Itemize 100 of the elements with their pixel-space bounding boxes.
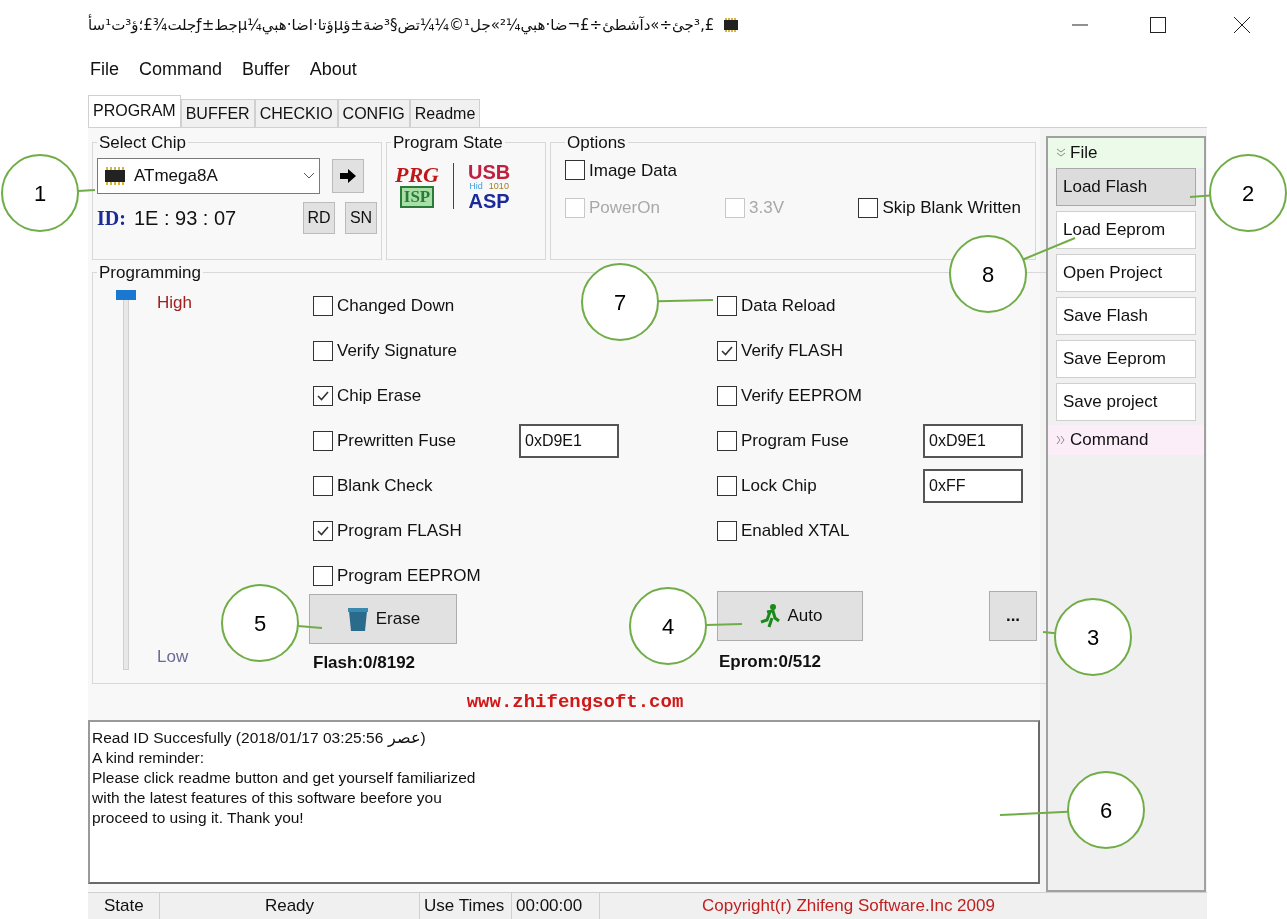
auto-button[interactable]: Auto (717, 590, 863, 641)
slider-thumb[interactable] (116, 289, 136, 300)
tab[interactable]: CHECKIO (254, 99, 338, 127)
action-button[interactable]: RD (303, 201, 335, 234)
id-label: ID: (97, 205, 126, 231)
flash-count: Flash:0/8192 (313, 651, 417, 674)
checkbox-label: Program FLASH (337, 520, 462, 543)
prg-logo: PRG (395, 164, 439, 186)
sidebar-button[interactable]: Open Project (1056, 254, 1196, 292)
chip-id: 1E : 93 : 07 (133, 205, 237, 231)
checkmark-icon (316, 524, 330, 538)
leader-line (1042, 631, 1057, 635)
leader-line (999, 810, 1070, 816)
status-label: State (88, 893, 160, 919)
checkbox[interactable] (717, 476, 737, 496)
checkbox[interactable] (313, 521, 333, 541)
group-title: Options (566, 132, 627, 154)
log-line: A kind reminder: (92, 748, 204, 768)
checkbox[interactable] (717, 521, 737, 541)
checkbox-label: Image Data (589, 159, 677, 182)
more-button[interactable]: ... (989, 590, 1037, 641)
fuse-field[interactable]: 0xD9E1 (519, 424, 619, 458)
checkbox-label: Lock Chip (741, 475, 817, 498)
checkbox[interactable] (858, 197, 879, 218)
checkbox-label: 3.3V (749, 197, 784, 219)
checkbox-label: Program Fuse (741, 430, 849, 453)
chip-icon (102, 165, 128, 186)
chevron-down-icon (303, 171, 315, 180)
leader-line (657, 299, 714, 303)
close-icon (1234, 17, 1250, 33)
menu-item[interactable]: About (309, 55, 357, 83)
status-value: Ready (160, 893, 420, 919)
callout-bubble: 3 (1054, 598, 1132, 676)
sidebar-button[interactable]: Load Eeprom (1056, 211, 1196, 249)
log-line: with the latest features of this software beefore you (92, 788, 442, 808)
log-line: Read ID Succesfully (2018/01/17 03:25:56 عصر) (92, 728, 426, 748)
callout-bubble: 6 (1067, 771, 1145, 849)
leader-line (1022, 237, 1076, 261)
checkbox[interactable] (717, 431, 737, 451)
double-chevron-down-icon (1056, 148, 1066, 158)
arrow-right-icon (339, 167, 357, 184)
usb-logo: USB (468, 161, 511, 182)
tab[interactable]: PROGRAM (88, 95, 181, 127)
checkmark-icon (316, 389, 330, 403)
fuse-field[interactable]: 0xD9E1 (923, 424, 1023, 458)
checkbox[interactable] (717, 296, 737, 316)
checkbox-label: Changed Down (337, 295, 455, 318)
sidebar-button[interactable]: Save Flash (1056, 297, 1196, 335)
checkbox[interactable] (313, 296, 333, 316)
callout-bubble: 5 (221, 584, 299, 662)
maximize-icon (1150, 17, 1166, 33)
section-header[interactable]: Command (1048, 425, 1204, 455)
group-title: Programming (98, 262, 203, 284)
double-chevron-right-icon (1056, 435, 1066, 445)
callout-bubble: 4 (629, 587, 707, 665)
checkbox[interactable] (313, 341, 333, 361)
checkbox-label: Verify FLASH (741, 340, 844, 363)
status-value: 00:00:00 (512, 893, 600, 919)
fuse-field[interactable]: 0xFF (923, 469, 1023, 503)
checkbox-label: Blank Check (337, 475, 433, 498)
checkmark-icon (720, 344, 734, 358)
website-link[interactable]: www.zhifengsoft.com (466, 687, 684, 717)
checkbox-label: Verify Signature (337, 340, 457, 363)
menu-item[interactable]: Command (139, 55, 223, 83)
checkbox-label: Data Reload (741, 295, 836, 318)
checkbox[interactable] (717, 341, 737, 361)
leader-line (705, 623, 743, 626)
tab[interactable]: CONFIG (337, 99, 410, 127)
menu-item[interactable]: File (90, 55, 119, 83)
dropdown-value: ATmega8A (134, 164, 218, 187)
go-button[interactable] (332, 158, 364, 193)
menu-item[interactable]: Buffer (242, 55, 290, 83)
section-header[interactable]: File (1048, 138, 1204, 168)
erase-button[interactable]: Erase (309, 593, 457, 644)
sidebar-button[interactable]: Load Flash (1056, 168, 1196, 206)
checkbox-label: Skip Blank Written (882, 197, 1021, 219)
sidebar-button[interactable]: Save Eeprom (1056, 340, 1196, 378)
tab[interactable]: BUFFER (180, 99, 255, 127)
eprom-count: Eprom:0/512 (719, 650, 823, 673)
checkbox[interactable] (313, 386, 333, 406)
action-button[interactable]: SN (345, 201, 377, 234)
checkbox[interactable] (313, 566, 333, 586)
checkbox[interactable] (313, 431, 333, 451)
tab[interactable]: Readme (409, 99, 481, 127)
chip-dropdown[interactable]: ATmega8A (97, 157, 320, 194)
isp-logo: ISP (399, 186, 435, 208)
checkbox[interactable] (565, 160, 585, 181)
status-label: Use Times (420, 893, 512, 919)
minimize-icon (1072, 24, 1088, 26)
checkbox[interactable] (313, 476, 333, 496)
group-title: Select Chip (98, 132, 187, 154)
leader-line (76, 189, 96, 192)
checkbox-label: Program EEPROM (337, 565, 481, 588)
callout-bubble: 8 (949, 235, 1027, 313)
asp-logo: ASP (468, 190, 510, 211)
sidebar-button[interactable]: Save project (1056, 383, 1196, 421)
checkbox[interactable] (717, 386, 737, 406)
leader-line (1189, 194, 1212, 198)
checkbox-label: Chip Erase (337, 385, 422, 408)
callout-bubble: 2 (1209, 154, 1287, 232)
